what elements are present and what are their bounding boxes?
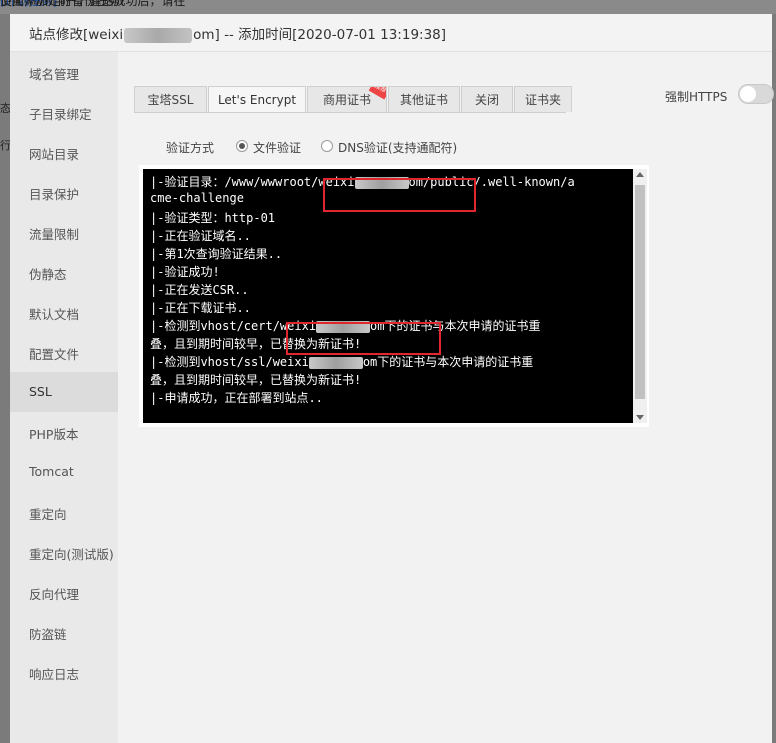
log-line: 叠，且到期时间较早，已替换为新证书! [150, 373, 362, 387]
log-line: |-验证成功! [150, 265, 220, 279]
modal-header: 站点修改[weixi om] -- 添加时间[2020-07-01 13:19:3… [10, 14, 772, 52]
scroll-down-arrow-icon[interactable] [636, 415, 644, 420]
highlight-box [323, 178, 476, 212]
sidebar-item-default-doc[interactable]: 默认文档 [10, 292, 118, 332]
log-line: |-正在发送CSR.. [150, 283, 249, 297]
redacted-domain [124, 27, 193, 43]
background-fragment: 态 [0, 102, 10, 115]
sidebar-item-traffic-limit[interactable]: 流量限制 [10, 212, 118, 252]
sidebar-item-dir-protect[interactable]: 目录保护 [10, 172, 118, 212]
sidebar-item-rewrite[interactable]: 伪静态 [10, 252, 118, 292]
force-https-toggle[interactable] [738, 84, 774, 104]
log-line: |-检测到vhost/ssl/weixi om下的证书与本次申请的证书重 [150, 355, 534, 369]
tab-close[interactable]: 关闭 [461, 86, 513, 112]
tab-lets-encrypt[interactable]: Let's Encrypt [208, 86, 306, 113]
scroll-thumb[interactable] [635, 185, 645, 399]
log-line: |-验证类型：http-01 [150, 211, 276, 225]
radio-file-verify-label[interactable]: 文件验证 [253, 139, 301, 156]
redacted-domain [308, 356, 363, 369]
sidebar-item-config-file[interactable]: 配置文件 [10, 332, 118, 372]
log-line: |-申请成功，正在部署到站点.. [150, 391, 323, 405]
log-line: |-正在验证域名.. [150, 229, 251, 243]
sidebar-item-hotlink[interactable]: 防盗链 [10, 612, 118, 652]
tab-bar-divider [134, 112, 566, 113]
log-line: |-第1次查询验证结果.. [150, 247, 283, 261]
tab-cert-folder[interactable]: 证书夹 [514, 86, 572, 112]
sidebar-item-redirect[interactable]: 重定向 [10, 492, 118, 532]
background-right-edge [772, 14, 776, 743]
recommend-badge: 推荐 [368, 87, 386, 100]
modal-title: 站点修改[weixi om] -- 添加时间[2020-07-01 13:19:3… [29, 27, 447, 43]
sidebar-item-reverse-proxy[interactable]: 反向代理 [10, 572, 118, 612]
background-fragment: 行 [0, 139, 10, 152]
sidebar-item-site-dir[interactable]: 网站目录 [10, 132, 118, 172]
log-line: cme-challenge [150, 191, 244, 205]
sidebar-item-redirect-beta[interactable]: 重定向(测试版) [10, 532, 118, 572]
sidebar-item-response-log[interactable]: 响应日志 [10, 652, 118, 692]
background-notice: 使用www用户，建站成功后，请在 [计划任务] 页面添加定时备份任务! [0, 0, 776, 14]
radio-dns-verify[interactable] [321, 140, 333, 152]
verify-method-label: 验证方式 [166, 141, 215, 155]
force-https-label: 强制HTTPS [665, 90, 728, 104]
sidebar-item-subdir-bind[interactable]: 子目录绑定 [10, 92, 118, 132]
sidebar-item-php-version[interactable]: PHP版本 [10, 412, 118, 452]
radio-dns-verify-label[interactable]: DNS验证(支持通配符) [338, 139, 457, 156]
background-left-edge: 态 行 [0, 14, 10, 743]
sidebar: 域名管理 子目录绑定 网站目录 目录保护 流量限制 伪静态 默认文档 配置文件 … [10, 52, 118, 743]
sidebar-item-tomcat[interactable]: Tomcat [10, 452, 118, 492]
radio-file-verify[interactable] [236, 140, 248, 152]
tab-baota-ssl[interactable]: 宝塔SSL [134, 86, 207, 112]
tab-other-cert[interactable]: 其他证书 [388, 86, 460, 112]
log-scrollbar[interactable] [633, 169, 647, 423]
tab-commercial-cert[interactable]: 商用证书 推荐 [307, 86, 387, 112]
highlight-box [286, 322, 441, 355]
sidebar-item-domain[interactable]: 域名管理 [10, 52, 118, 92]
sidebar-item-ssl[interactable]: SSL [10, 372, 118, 412]
log-line: |-正在下载证书.. [150, 301, 251, 315]
toggle-knob [740, 86, 756, 102]
scroll-up-arrow-icon[interactable] [636, 172, 644, 177]
